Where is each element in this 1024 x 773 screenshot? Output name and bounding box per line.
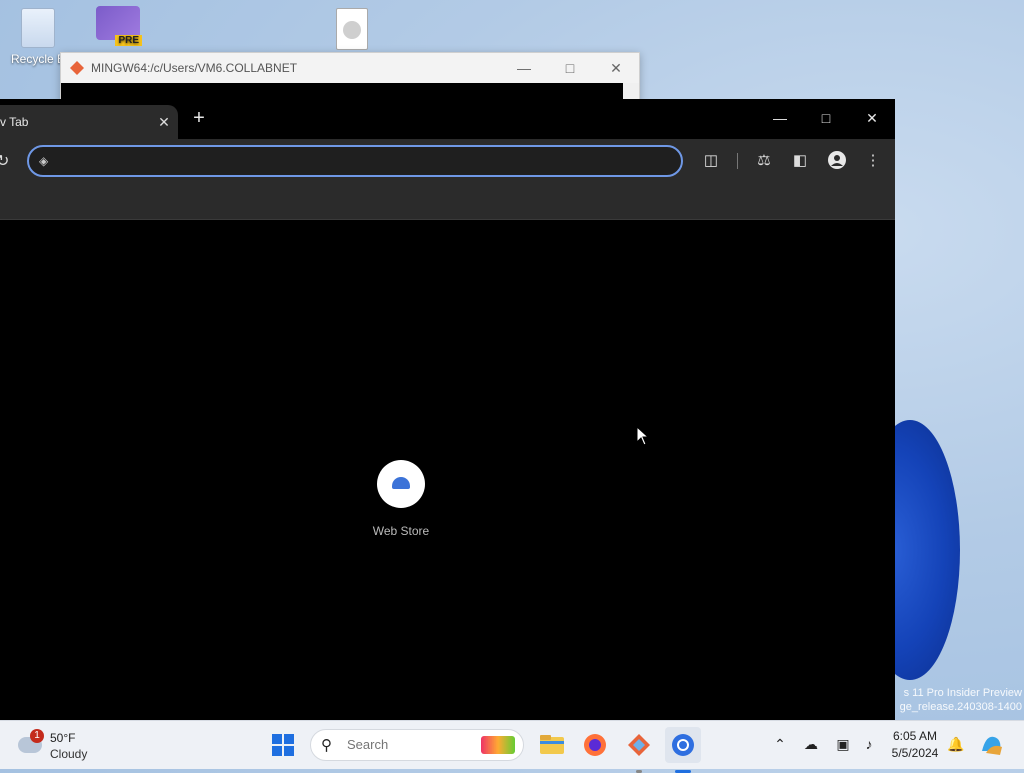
terminal-titlebar[interactable]: MINGW64:/c/Users/VM6.COLLABNET — □ ✕ [61, 53, 639, 83]
mouse-cursor-icon [636, 426, 650, 446]
windows-build-watermark: s 11 Pro Insider Preview ge_release.2403… [896, 686, 1022, 714]
firefox-button[interactable] [577, 727, 613, 763]
terminal-close-button[interactable]: ✕ [593, 60, 639, 77]
tab-label: v Tab [0, 115, 29, 129]
chrome-icon [672, 734, 694, 756]
windows-logo-icon [272, 734, 282, 744]
network-icon[interactable]: ▣ [834, 735, 852, 753]
preview-badge: PRE [115, 35, 142, 46]
onedrive-cloud-icon[interactable]: ☁ [802, 735, 820, 753]
taskbar: 1 50°F Cloudy ⚲ ⌃ ☁ ▣ ♪ [0, 720, 1024, 773]
notification-bell-icon[interactable]: 🔔 [947, 735, 965, 753]
browser-maximize-button[interactable]: □ [803, 99, 849, 137]
folder-icon [540, 735, 564, 754]
copilot-icon [982, 736, 1002, 755]
side-panel-icon[interactable]: ◧ [789, 150, 811, 172]
document-icon [336, 8, 368, 50]
omnibox[interactable]: ◈ [27, 145, 683, 177]
new-tab-button[interactable]: + [188, 107, 210, 129]
tab-close-icon[interactable]: ✕ [150, 114, 178, 131]
tab-new-tab[interactable]: v Tab ✕ [0, 105, 178, 139]
weather-notification-badge: 1 [30, 729, 44, 743]
extensions-puzzle-icon[interactable]: ◫ [700, 150, 722, 172]
git-gui-button[interactable] [621, 727, 657, 773]
tab-strip: v Tab ✕ + — □ ✕ [0, 99, 895, 139]
more-menu-icon[interactable]: ⋮ [862, 150, 884, 172]
git-icon [70, 61, 84, 75]
terminal-maximize-button[interactable]: □ [547, 60, 593, 76]
copilot-button[interactable] [976, 729, 1008, 761]
desktop-icon-file[interactable] [320, 8, 384, 54]
taskbar-search[interactable]: ⚲ [310, 729, 524, 761]
weather-temperature: 50°F [50, 731, 76, 745]
reload-icon[interactable]: ↻ [0, 151, 9, 171]
search-input[interactable] [345, 736, 489, 753]
browser-close-button[interactable]: ✕ [849, 99, 895, 137]
recycle-bin-icon [21, 8, 55, 48]
web-store-icon [377, 460, 425, 508]
desktop-icon-visual-studio-preview[interactable]: PRE [86, 6, 150, 46]
chrome-button[interactable] [665, 727, 701, 773]
terminal-minimize-button[interactable]: — [501, 60, 547, 76]
git-diamond-icon [628, 734, 650, 756]
browser-window[interactable]: v Tab ✕ + — □ ✕ ↻ ◈ ◫ ⚖ ◧ ⋮ Web Store [0, 99, 895, 720]
firefox-icon [584, 734, 606, 756]
search-icon: ⚲ [321, 737, 332, 754]
shortcut-label: Web Store [372, 524, 430, 538]
labs-flask-icon[interactable]: ⚖ [753, 150, 775, 172]
bookmarks-bar [0, 183, 895, 220]
weather-widget[interactable]: 1 50°F Cloudy [16, 729, 106, 763]
visual-studio-icon: PRE [96, 6, 142, 46]
clock-time: 6:05 AM [892, 729, 938, 743]
search-highlight-icon [481, 736, 515, 754]
watermark-line-2: ge_release.240308-1400 [899, 701, 1022, 713]
weather-condition: Cloudy [50, 747, 88, 761]
shortcut-web-store[interactable]: Web Store [371, 460, 431, 538]
system-clock[interactable]: 6:05 AM 5/5/2024 [886, 728, 944, 762]
show-hidden-icons-chevron-icon[interactable]: ⌃ [771, 735, 789, 753]
address-bar-input[interactable] [61, 151, 665, 173]
watermark-line-1: s 11 Pro Insider Preview [903, 687, 1022, 699]
profile-avatar-icon[interactable] [826, 150, 848, 172]
terminal-title: MINGW64:/c/Users/VM6.COLLABNET [91, 61, 298, 75]
new-tab-page: Web Store [0, 220, 895, 720]
toolbar-separator [737, 153, 738, 169]
file-explorer-button[interactable] [534, 727, 570, 763]
volume-icon[interactable]: ♪ [860, 735, 878, 753]
browser-toolbar: ↻ ◈ ◫ ⚖ ◧ ⋮ [0, 139, 895, 183]
google-lens-icon: ◈ [39, 154, 49, 168]
browser-minimize-button[interactable]: — [757, 99, 803, 137]
start-button[interactable] [272, 734, 294, 756]
clock-date: 5/5/2024 [891, 746, 939, 760]
